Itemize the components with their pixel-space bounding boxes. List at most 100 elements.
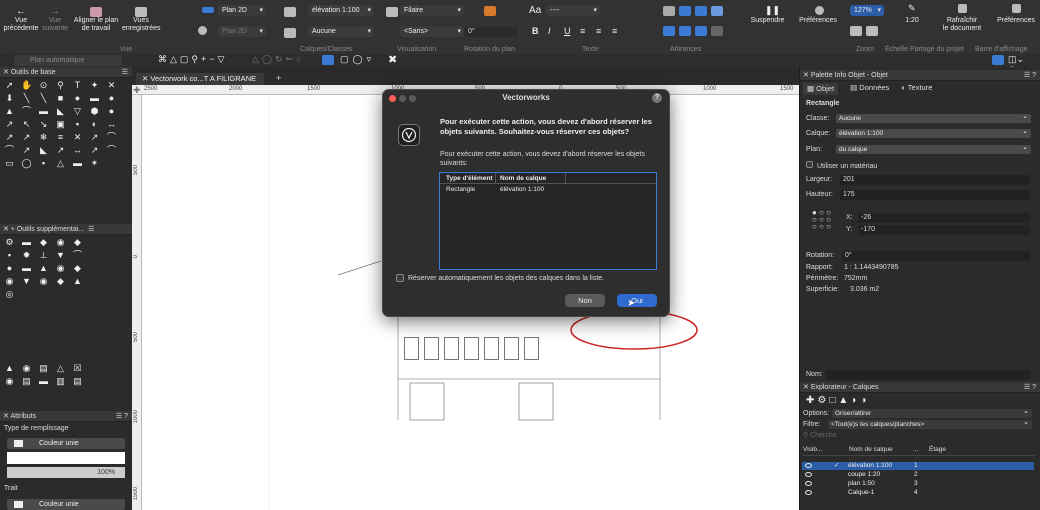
- close-extra-icon[interactable]: ✕ +: [3, 226, 17, 233]
- tool-icon[interactable]: ●: [106, 106, 117, 116]
- tool-icon[interactable]: ◉: [55, 237, 66, 247]
- preferences-icon[interactable]: [1012, 4, 1021, 13]
- layer-row[interactable]: plan 1:50 3: [802, 480, 1034, 488]
- tool-icon[interactable]: ◣: [38, 145, 49, 155]
- display-filter-icon[interactable]: [992, 55, 1004, 65]
- menu-icon[interactable]: ☰: [122, 67, 128, 78]
- tool-icon[interactable]: ≡: [55, 132, 66, 142]
- name-input[interactable]: [826, 370, 1030, 380]
- refresh-icon[interactable]: [958, 4, 967, 13]
- help-icon[interactable]: ?: [652, 93, 662, 103]
- tool-icon[interactable]: ↖: [21, 119, 32, 129]
- layer-row[interactable]: Calque-1 4: [802, 489, 1034, 497]
- layer-select[interactable]: élévation 1:100: [836, 127, 1031, 138]
- close-info-icon[interactable]: ✕: [803, 72, 811, 79]
- tool-icon[interactable]: ↗: [89, 132, 100, 142]
- fill-style-select[interactable]: Couleur unie: [7, 438, 125, 449]
- cross-icon[interactable]: ✖: [388, 53, 397, 66]
- tool-icon[interactable]: ↗: [21, 132, 32, 142]
- tool-icon[interactable]: ▬: [38, 376, 49, 386]
- tool-icon[interactable]: ▲: [4, 363, 15, 373]
- tool-icon[interactable]: ▲: [72, 276, 83, 286]
- align-plane-icon[interactable]: [90, 7, 102, 17]
- y-input[interactable]: -170: [858, 225, 1030, 235]
- tool-icon[interactable]: T: [72, 80, 83, 90]
- stroke-style-select[interactable]: Couleur unie: [7, 499, 125, 510]
- eye-icon[interactable]: [805, 490, 812, 495]
- snap-prefs-button[interactable]: Préférences: [793, 17, 843, 25]
- tool-icon[interactable]: ▬: [38, 106, 49, 116]
- tool-icon[interactable]: ▬: [21, 237, 32, 247]
- auto-reserve-checkbox[interactable]: Réserver automatiquement les objets des …: [396, 274, 604, 282]
- document-tab[interactable]: ✕ Vectorwork co...T A FILIGRANE: [136, 73, 264, 85]
- zoom-fit-icon[interactable]: [850, 26, 862, 36]
- column-header-layer[interactable]: Nom de calque: [496, 173, 566, 183]
- zoom-select[interactable]: 127%: [850, 5, 884, 16]
- tool-icon[interactable]: ↗: [55, 145, 66, 155]
- tool-icon[interactable]: ▲: [4, 106, 15, 116]
- text-size-select[interactable]: ----: [546, 5, 600, 16]
- tab-texture[interactable]: ◐ Texture: [901, 83, 932, 95]
- tool-icon[interactable]: ↔: [106, 119, 117, 129]
- menu-extra-icon[interactable]: ☰: [88, 226, 94, 233]
- align-right-icon[interactable]: ≡: [612, 26, 617, 36]
- arrow-left-icon[interactable]: ←: [16, 6, 26, 17]
- saved-views-button[interactable]: Vues enregistrées: [122, 17, 161, 33]
- arrow-right-icon[interactable]: →: [50, 6, 60, 17]
- tool-icon[interactable]: ✕: [72, 132, 83, 142]
- tool-icon[interactable]: ◎: [4, 289, 15, 299]
- pause-icon[interactable]: ❚❚: [765, 5, 780, 16]
- tool-icon[interactable]: ↗: [4, 132, 15, 142]
- tool-icon[interactable]: ▤: [72, 376, 83, 386]
- tool-icon[interactable]: ⌒: [4, 145, 15, 155]
- gear-icon[interactable]: [815, 6, 824, 15]
- checkbox-box[interactable]: [396, 274, 404, 282]
- tool-icon[interactable]: ⚙: [4, 237, 15, 247]
- tool-icon[interactable]: ◉: [21, 363, 32, 373]
- tool-icon[interactable]: ↔: [72, 145, 83, 155]
- no-button[interactable]: Non: [565, 294, 605, 307]
- tool-icon[interactable]: ▤: [21, 376, 32, 386]
- tab-objet[interactable]: ▦ Objet: [803, 83, 839, 95]
- layers-toolbar[interactable]: ✚⚙□▲◗◑: [806, 395, 869, 406]
- tool-icon[interactable]: ↗: [4, 119, 15, 129]
- use-material-box[interactable]: [806, 161, 813, 168]
- tool-icon[interactable]: ◐: [89, 119, 100, 129]
- snap-working-plane-icon[interactable]: [695, 26, 707, 36]
- tool-icon[interactable]: ◆: [55, 276, 66, 286]
- snap-angle-icon[interactable]: [695, 6, 707, 16]
- tool-icon[interactable]: ⬇: [4, 93, 15, 103]
- tool-icon[interactable]: ▣: [55, 119, 66, 129]
- view-mode-select-2[interactable]: Plan 2D: [218, 26, 266, 37]
- align-left-icon[interactable]: ≡: [580, 26, 585, 36]
- align-center-icon[interactable]: ≡: [596, 26, 601, 36]
- mode-icons-2[interactable]: ▢◯▿: [340, 54, 375, 65]
- use-material-checkbox[interactable]: Utiliser un matériau: [806, 161, 877, 170]
- bold-button[interactable]: B: [532, 26, 539, 36]
- tool-icon[interactable]: ▬: [72, 158, 83, 168]
- tool-icon[interactable]: ▽: [72, 106, 83, 116]
- saved-views-icon[interactable]: [135, 7, 147, 17]
- col-visibility[interactable]: Visib...: [803, 446, 822, 453]
- tool-icon[interactable]: ◉: [4, 376, 15, 386]
- add-tab-button[interactable]: +: [276, 73, 281, 83]
- rotation-input[interactable]: 0°: [465, 27, 517, 37]
- tool-icon[interactable]: ●: [106, 93, 117, 103]
- layer-row[interactable]: ✓ élévation 1:100 1: [802, 462, 1034, 470]
- fill-color-bar[interactable]: [7, 452, 125, 464]
- layer-select[interactable]: élévation 1:100: [308, 5, 374, 16]
- height-input[interactable]: 175: [840, 190, 1030, 200]
- tool-icon[interactable]: ╲: [21, 93, 32, 103]
- tool-icon[interactable]: ✕: [106, 80, 117, 90]
- tool-icon[interactable]: ▪: [72, 119, 83, 129]
- render-mode-select-2[interactable]: <Sans>: [400, 26, 464, 37]
- layers-search[interactable]: ⚲ Cherche: [803, 431, 1033, 441]
- snap-tangent-icon[interactable]: [679, 26, 691, 36]
- tool-icon[interactable]: ↗: [21, 145, 32, 155]
- tab-donnees[interactable]: ▤ Données: [850, 83, 889, 95]
- tool-icon[interactable]: ⌒: [21, 106, 32, 116]
- class-select[interactable]: Aucune: [308, 26, 374, 37]
- tool-icon[interactable]: △: [55, 158, 66, 168]
- anchor-point-grid[interactable]: ● ○ ○ ○ ○ ○ ○ ○ ○: [812, 209, 831, 231]
- close-icon[interactable]: ✕: [3, 69, 11, 76]
